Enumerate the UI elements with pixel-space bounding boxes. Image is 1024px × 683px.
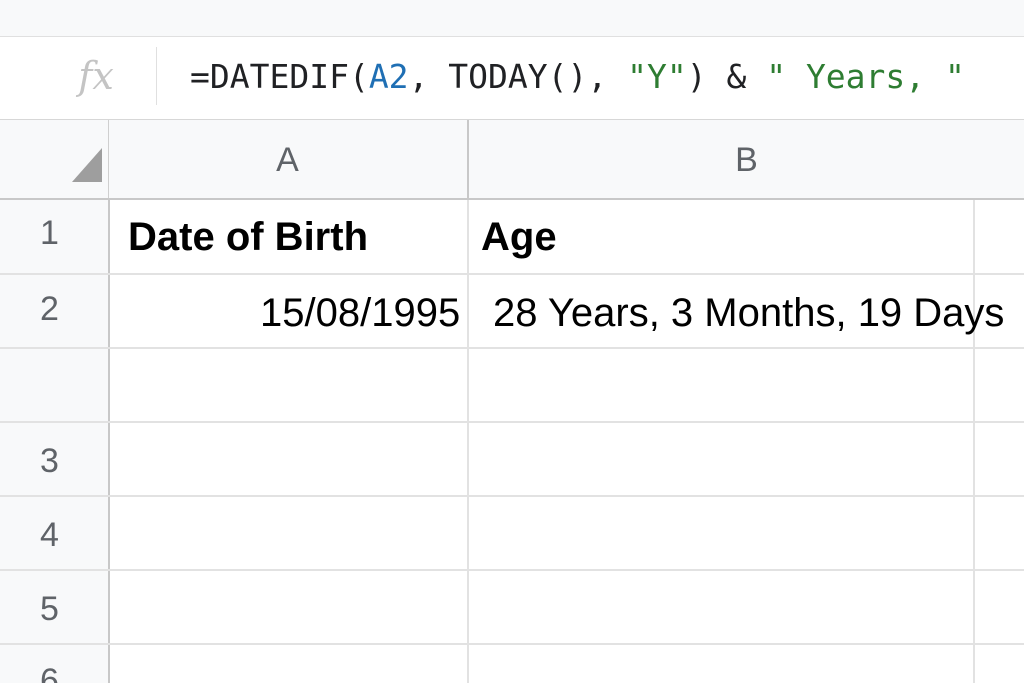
formula-bar-divider <box>156 47 157 105</box>
fx-icon: fx <box>78 54 114 98</box>
formula-bar[interactable]: fx =DATEDIF(A2, TODAY(), "Y") & " Years,… <box>0 37 1024 120</box>
grid-line <box>0 643 1024 645</box>
select-all-triangle-icon[interactable] <box>72 148 102 182</box>
formula-cell-reference: A2 <box>368 57 409 96</box>
row-header-2[interactable]: 2 <box>0 290 108 329</box>
row-header-6[interactable]: 6 <box>0 662 108 683</box>
grid-line <box>0 421 1024 423</box>
cell-a2[interactable]: 15/08/1995 <box>260 291 460 336</box>
formula-string-literal: " Years, " <box>766 57 965 96</box>
formula-part: , TODAY(), <box>408 57 628 96</box>
grid-line <box>0 347 1024 349</box>
row-header-3[interactable]: 3 <box>0 442 108 481</box>
grid-line <box>0 273 1024 275</box>
formula-input[interactable]: =DATEDIF(A2, TODAY(), "Y") & " Years, " <box>190 55 1024 99</box>
column-header-row: A B <box>0 120 1024 200</box>
toolbar-strip <box>0 0 1024 37</box>
column-header-a[interactable]: A <box>108 120 469 198</box>
cell-a1[interactable]: Date of Birth <box>128 215 368 260</box>
row-header-1[interactable]: 1 <box>0 214 108 253</box>
grid-line <box>0 495 1024 497</box>
grid-line <box>467 200 469 683</box>
row-header-5[interactable]: 5 <box>0 590 108 629</box>
formula-string-literal: "Y" <box>627 57 687 96</box>
column-header-b[interactable]: B <box>469 120 1024 198</box>
formula-part: =DATEDIF( <box>190 57 369 96</box>
formula-part: ) & <box>686 57 767 96</box>
grid-line <box>0 569 1024 571</box>
grid-line <box>973 200 975 683</box>
cell-b2[interactable]: 28 Years, 3 Months, 19 Days <box>493 291 1004 336</box>
cell-b1[interactable]: Age <box>481 215 557 260</box>
row-header-4[interactable]: 4 <box>0 516 108 555</box>
